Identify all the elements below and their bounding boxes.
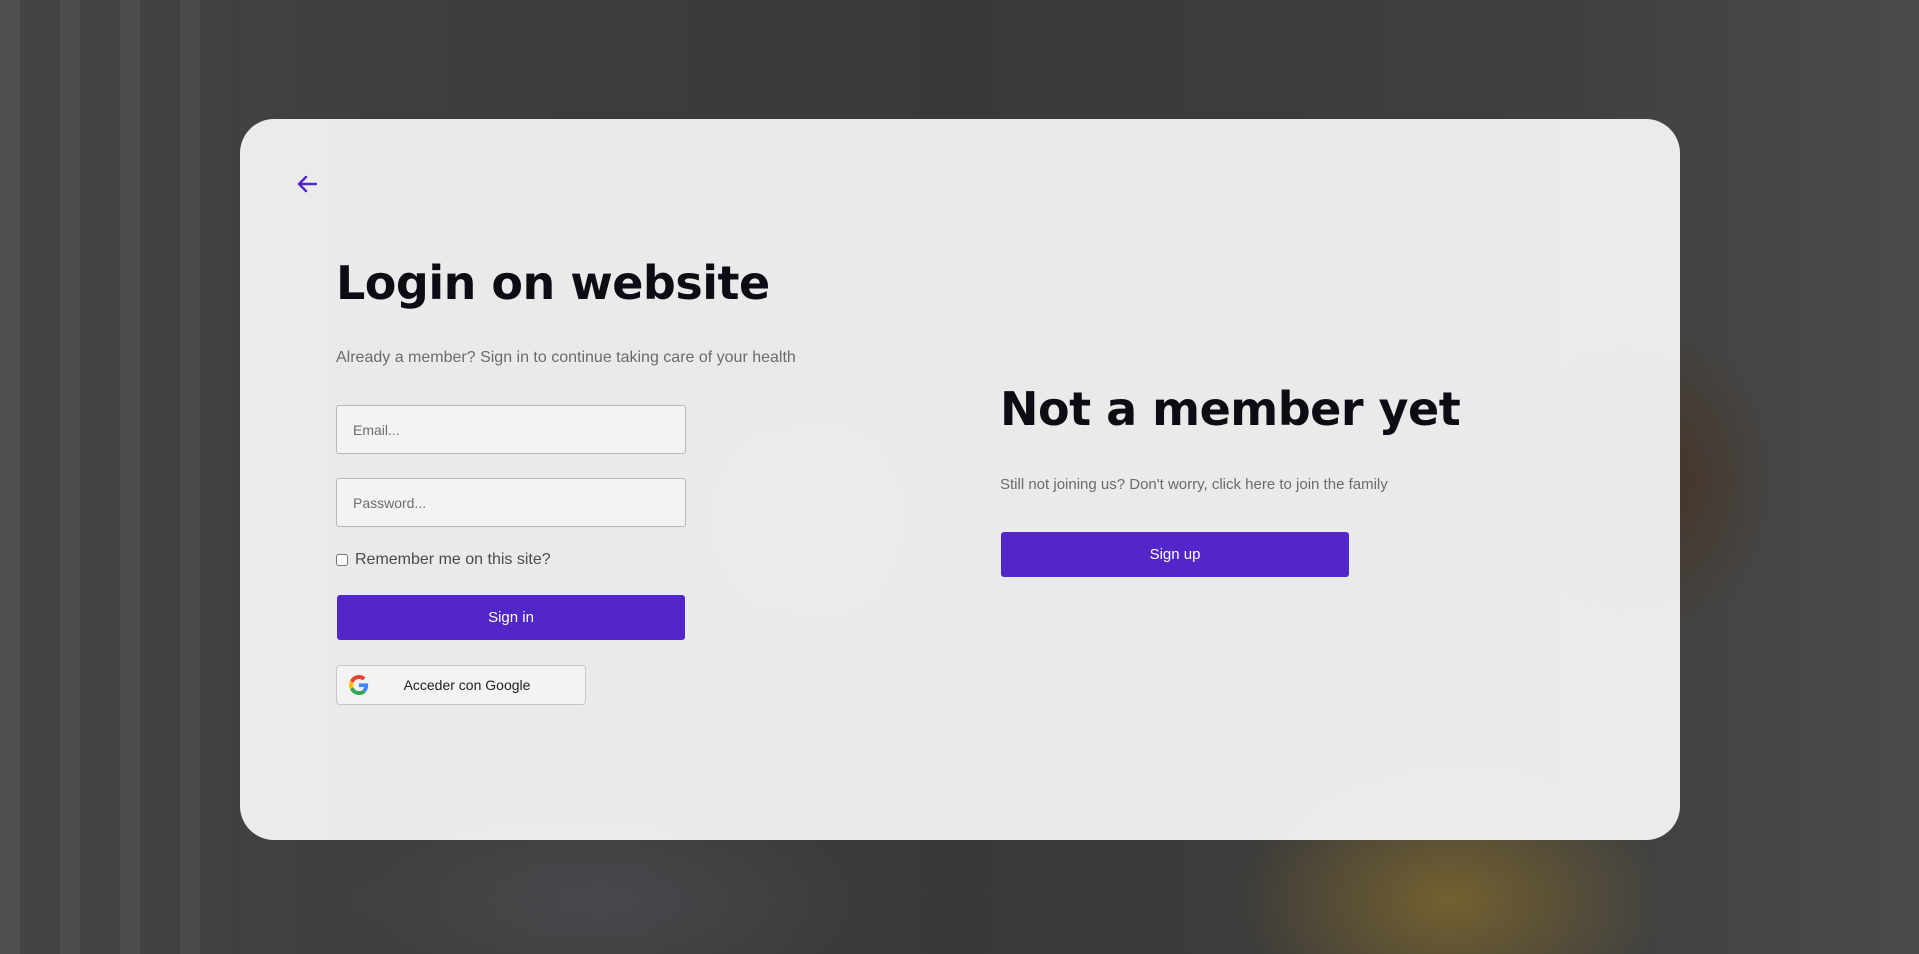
arrow-left-icon (297, 175, 318, 193)
sign-up-button[interactable]: Sign up (1001, 532, 1349, 577)
remember-me[interactable]: Remember me on this site? (336, 551, 551, 569)
remember-label: Remember me on this site? (355, 551, 551, 568)
back-button[interactable] (292, 169, 322, 199)
remember-checkbox[interactable] (336, 554, 348, 566)
signup-title: Not a member yet (1000, 382, 1461, 436)
google-sign-in-button[interactable]: Acceder con Google (336, 665, 586, 705)
signup-subtitle: Still not joining us? Don't worry, click… (1000, 476, 1388, 493)
login-subtitle: Already a member? Sign in to continue ta… (336, 349, 796, 366)
email-field[interactable] (336, 405, 686, 454)
login-title: Login on website (336, 256, 770, 310)
password-field[interactable] (336, 478, 686, 527)
background-fence (0, 0, 240, 954)
google-button-label: Acceder con Google (403, 677, 531, 693)
login-card: Login on website Already a member? Sign … (240, 119, 1680, 840)
google-icon (349, 675, 369, 695)
sign-in-button[interactable]: Sign in (337, 595, 685, 640)
